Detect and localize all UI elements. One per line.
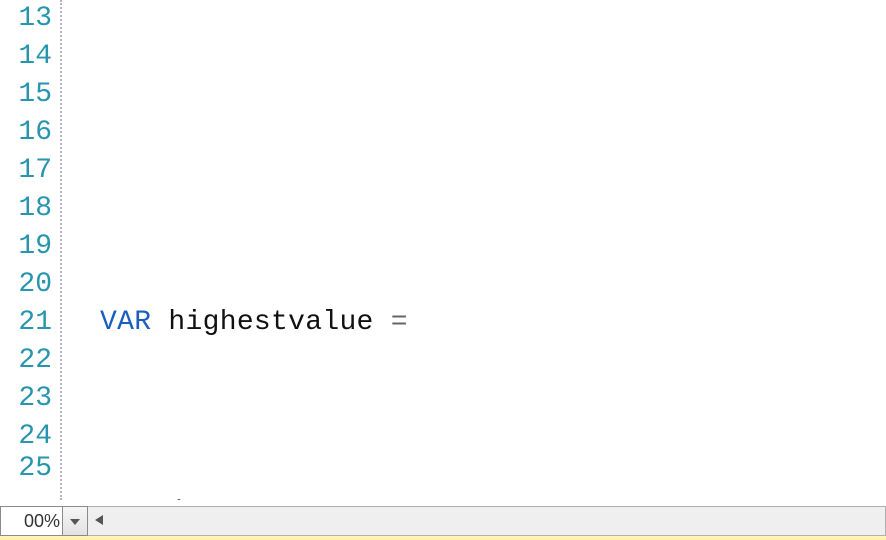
code-editor[interactable]: 13 14 15 16 17 18 19 20 21 22 23 24 25 V…: [0, 0, 886, 500]
equals-op: =: [391, 307, 408, 338]
line-number: 23: [0, 380, 60, 418]
line-number: 21: [0, 304, 60, 342]
line-number: 24: [0, 418, 60, 456]
line-number: 19: [0, 228, 60, 266]
code-area[interactable]: VAR highestvalue = MAXX( ALLSELECTED( __…: [62, 0, 886, 500]
line-number: 25: [0, 456, 60, 481]
code-line[interactable]: MAXX(: [100, 494, 886, 500]
horizontal-scrollbar[interactable]: [88, 506, 886, 536]
line-number: 14: [0, 38, 60, 76]
zoom-level[interactable]: 00%: [0, 506, 62, 536]
line-number: 18: [0, 190, 60, 228]
func-maxx: MAXX: [100, 497, 168, 500]
zoom-level-text: 00%: [24, 511, 60, 532]
chevron-left-icon: [95, 512, 103, 530]
code-line[interactable]: VAR highestvalue =: [100, 304, 886, 342]
scroll-left-button[interactable]: [88, 507, 110, 535]
bottom-strip: [0, 536, 886, 540]
chevron-down-icon: [70, 512, 80, 530]
line-number: 22: [0, 342, 60, 380]
open-paren: (: [168, 497, 185, 500]
line-number: 16: [0, 114, 60, 152]
line-number: 13: [0, 0, 60, 38]
zoom-dropdown-button[interactable]: [62, 506, 88, 536]
line-number: 20: [0, 266, 60, 304]
status-bar: 00%: [0, 506, 886, 536]
line-number: 17: [0, 152, 60, 190]
code-line[interactable]: [100, 114, 886, 152]
keyword-var: VAR: [100, 307, 151, 338]
line-number-gutter: 13 14 15 16 17 18 19 20 21 22 23 24 25: [0, 0, 62, 500]
ident-highestvalue: highestvalue: [168, 307, 373, 338]
line-number: 15: [0, 76, 60, 114]
